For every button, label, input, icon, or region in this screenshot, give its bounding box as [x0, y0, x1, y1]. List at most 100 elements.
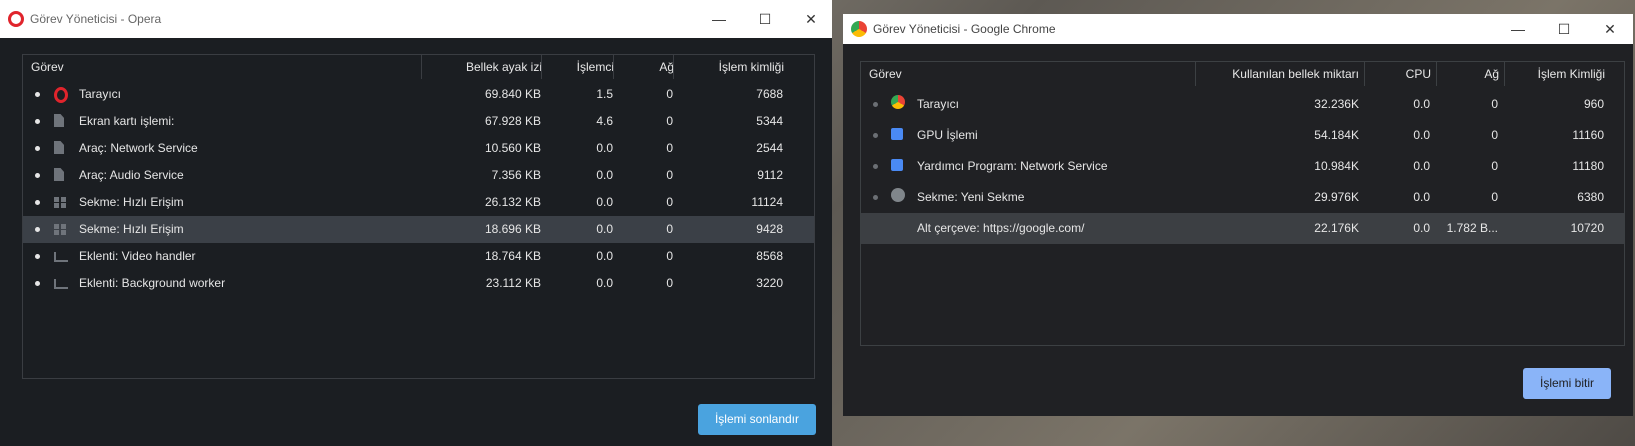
pid-cell: 11124 [751, 195, 783, 209]
pid-cell: 9428 [756, 222, 783, 236]
table-row[interactable]: Yardımcı Program: Network Service 10.984K… [861, 151, 1624, 182]
pid-cell: 9112 [757, 168, 783, 182]
task-name-cell: Eklenti: Video handler [79, 249, 196, 263]
cpu-cell: 0.0 [1413, 128, 1430, 142]
cpu-cell: 0.0 [596, 195, 613, 209]
memory-cell: 22.176K [1314, 221, 1359, 235]
network-cell: 0 [666, 276, 673, 290]
task-name-cell: Araç: Network Service [79, 141, 198, 155]
task-name-cell: Ekran kartı işlemi: [79, 114, 175, 128]
cpu-cell: 0.0 [596, 168, 613, 182]
puzzle-icon [891, 128, 903, 140]
close-button[interactable]: ✕ [1587, 14, 1633, 44]
document-icon [54, 114, 64, 127]
row-bullet [873, 194, 878, 200]
table-row[interactable]: Tarayıcı 32.236K 0.0 0 960 [861, 89, 1624, 120]
col-header-task[interactable]: Görev [869, 62, 1169, 86]
cpu-cell: 0.0 [1413, 190, 1430, 204]
chrome-logo-icon [851, 21, 867, 37]
grid-icon [54, 224, 66, 235]
close-button[interactable]: ✕ [788, 0, 834, 38]
network-cell: 1.782 B... [1446, 221, 1498, 235]
table-row[interactable]: Tarayıcı 69.840 KB 1.5 0 7688 [23, 81, 814, 108]
table-row[interactable]: Eklenti: Background worker 23.112 KB 0.0 0 3… [23, 270, 814, 297]
row-bullet [873, 163, 878, 169]
network-cell: 0 [666, 114, 673, 128]
col-header-network[interactable]: Ağ [613, 55, 682, 79]
memory-cell: 10.560 KB [484, 141, 541, 155]
table-row[interactable]: Eklenti: Video handler 18.764 KB 0.0 0 8568 [23, 243, 814, 270]
network-cell: 0 [666, 141, 673, 155]
pid-cell: 7688 [756, 87, 783, 101]
table-row[interactable]: Sekme: Hızlı Erişim 18.696 KB 0.0 0 9428 [23, 216, 814, 243]
col-header-pid[interactable]: İşlem Kimliği [1504, 62, 1613, 86]
row-bullet [873, 101, 878, 107]
col-header-cpu[interactable]: İşlemci [541, 55, 622, 79]
memory-cell: 10.984K [1314, 159, 1359, 173]
opera-logo-icon [8, 11, 24, 27]
opera-task-manager-window: Görev Yöneticisi - Opera — ☐ ✕ Görev Bel… [0, 0, 832, 446]
memory-cell: 18.764 KB [484, 249, 541, 263]
col-header-pid[interactable]: İşlem kimliği [673, 55, 792, 79]
col-header-network[interactable]: Ağ [1436, 62, 1505, 86]
cpu-cell: 0.0 [1413, 159, 1430, 173]
memory-cell: 29.976K [1314, 190, 1359, 204]
task-name-cell: Tarayıcı [917, 97, 960, 111]
memory-cell: 67.928 KB [484, 114, 541, 128]
memory-cell: 54.184K [1314, 128, 1359, 142]
minimize-button[interactable]: — [696, 0, 742, 38]
row-bullet [873, 132, 878, 138]
table-row[interactable]: Ekran kartı işlemi: 67.928 KB 4.6 0 5344 [23, 108, 814, 135]
opera-icon [54, 87, 68, 103]
row-bullet [35, 91, 40, 97]
network-cell: 0 [666, 222, 673, 236]
cpu-cell: 0.0 [596, 222, 613, 236]
pid-cell: 3220 [756, 276, 783, 290]
pid-cell: 11180 [1572, 159, 1604, 173]
network-cell: 0 [1491, 159, 1498, 173]
puzzle-icon [891, 159, 903, 171]
table-row[interactable]: Sekme: Hızlı Erişim 26.132 KB 0.0 0 11124 [23, 189, 814, 216]
memory-cell: 18.696 KB [484, 222, 541, 236]
memory-cell: 32.236K [1314, 97, 1359, 111]
table-row[interactable]: Araç: Audio Service 7.356 KB 0.0 0 9112 [23, 162, 814, 189]
col-header-cpu[interactable]: CPU [1364, 62, 1437, 86]
globe-icon [891, 188, 905, 202]
row-bullet [35, 172, 40, 178]
row-bullet [35, 145, 40, 151]
task-name-cell: Alt çerçeve: https://google.com/ [917, 221, 1085, 235]
chrome-title-bar: Görev Yöneticisi - Google Chrome — ☐ ✕ [843, 14, 1633, 44]
maximize-button[interactable]: ☐ [1541, 14, 1587, 44]
col-header-memory[interactable]: Bellek ayak izi [421, 55, 550, 79]
chrome-icon [891, 95, 905, 109]
document-icon [54, 168, 64, 181]
task-name-cell: Tarayıcı [79, 87, 122, 101]
cpu-cell: 1.5 [596, 87, 613, 101]
minimize-button[interactable]: — [1495, 14, 1541, 44]
chrome-process-table: Görev Kullanılan bellek miktarı CPU Ağ İ… [860, 61, 1625, 346]
row-bullet [35, 199, 40, 205]
network-cell: 0 [1491, 128, 1498, 142]
maximize-button[interactable]: ☐ [742, 0, 788, 38]
table-row[interactable]: Sekme: Yeni Sekme 29.976K 0.0 0 6380 [861, 182, 1624, 213]
end-process-button[interactable]: İşlemi bitir [1523, 368, 1611, 399]
table-row[interactable]: Araç: Network Service 10.560 KB 0.0 0 2544 [23, 135, 814, 162]
pid-cell: 8568 [756, 249, 783, 263]
col-header-task[interactable]: Görev [31, 55, 411, 79]
task-name-cell: Araç: Audio Service [79, 168, 184, 182]
row-bullet [35, 226, 40, 232]
memory-cell: 23.112 KB [485, 276, 541, 290]
end-process-button[interactable]: İşlemi sonlandır [698, 404, 816, 435]
task-name-cell: Sekme: Hızlı Erişim [79, 195, 184, 209]
row-bullet [35, 253, 40, 259]
network-cell: 0 [1491, 97, 1498, 111]
document-icon [54, 141, 64, 154]
extension-icon [54, 252, 68, 262]
cpu-cell: 0.0 [1413, 221, 1430, 235]
network-cell: 0 [666, 195, 673, 209]
col-header-memory[interactable]: Kullanılan bellek miktarı [1195, 62, 1365, 86]
table-row[interactable]: Alt çerçeve: https://google.com/22.176K 0… [861, 213, 1624, 244]
pid-cell: 11160 [1572, 128, 1604, 142]
table-row[interactable]: GPU İşlemi 54.184K 0.0 0 11160 [861, 120, 1624, 151]
cpu-cell: 4.6 [596, 114, 613, 128]
